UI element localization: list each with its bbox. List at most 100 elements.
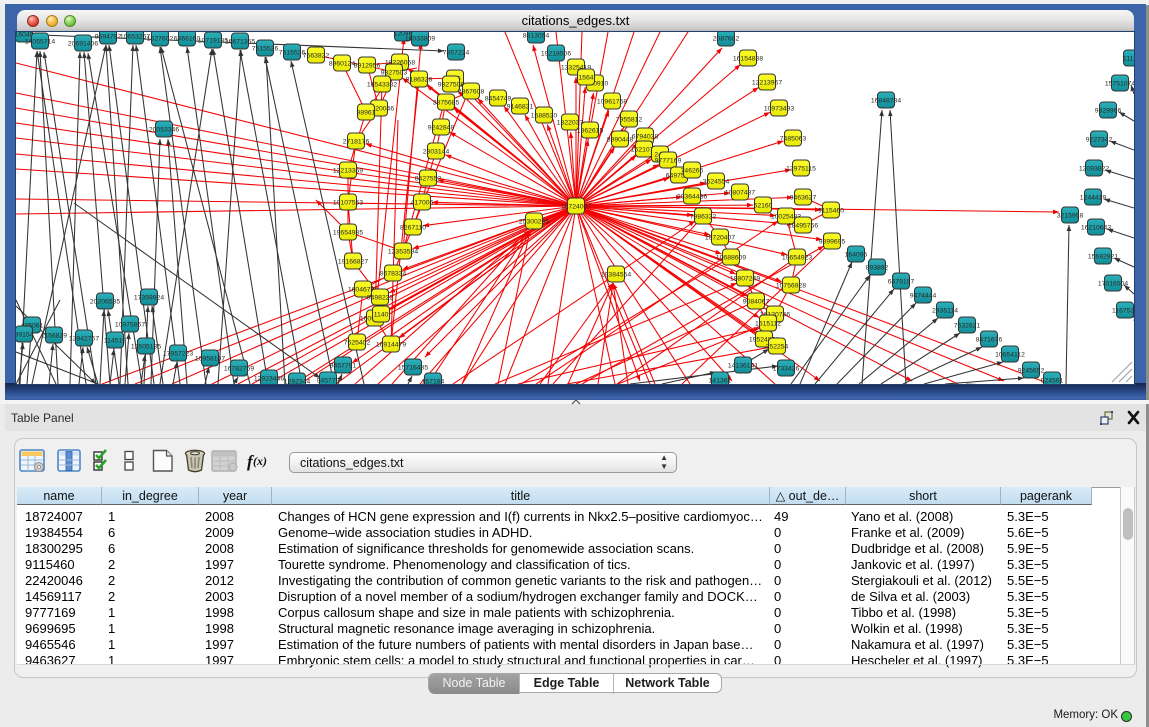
- svg-text:10756928: 10756928: [776, 282, 806, 289]
- svg-text:14055714: 14055714: [25, 38, 55, 45]
- svg-text:3498222: 3498222: [367, 294, 394, 301]
- svg-text:15720407: 15720407: [705, 234, 735, 241]
- svg-text:10107553: 10107553: [333, 199, 363, 206]
- svg-text:25300295: 25300295: [519, 218, 549, 225]
- svg-text:945779: 945779: [317, 377, 340, 384]
- svg-text:3215958: 3215958: [1057, 212, 1084, 219]
- svg-text:8912956: 8912956: [354, 62, 381, 69]
- svg-text:2718176: 2718176: [343, 138, 370, 145]
- svg-text:12093822: 12093822: [1079, 165, 1109, 172]
- svg-text:6479197: 6479197: [888, 278, 915, 285]
- svg-text:7632621: 7632621: [954, 322, 981, 329]
- svg-text:39154: 39154: [16, 331, 34, 338]
- svg-text:9474444: 9474444: [910, 292, 937, 299]
- svg-text:9242848: 9242848: [428, 124, 455, 131]
- svg-text:20364436: 20364436: [677, 193, 707, 200]
- svg-text:15716485: 15716485: [398, 364, 428, 371]
- svg-text:18495756: 18495756: [788, 222, 818, 229]
- svg-text:3624554: 3624554: [703, 178, 730, 185]
- svg-text:2867608: 2867608: [458, 88, 485, 95]
- svg-text:10807487: 10807487: [725, 189, 755, 196]
- svg-text:417006: 417006: [411, 199, 434, 206]
- svg-text:1140: 1140: [374, 311, 389, 318]
- svg-text:10653267: 10653267: [120, 33, 150, 40]
- svg-text:16914479: 16914479: [376, 341, 406, 348]
- svg-text:98961: 98961: [357, 109, 376, 116]
- svg-text:9777169: 9777169: [655, 157, 682, 164]
- svg-text:18724007: 18724007: [561, 203, 591, 210]
- svg-text:893892: 893892: [866, 264, 889, 271]
- svg-text:7515526: 7515526: [279, 49, 306, 56]
- svg-text:19654923: 19654923: [782, 254, 812, 261]
- svg-text:8678334: 8678334: [380, 270, 407, 277]
- svg-text:9146821: 9146821: [507, 103, 534, 110]
- svg-text:1244419: 1244419: [1080, 194, 1107, 201]
- svg-text:16782759: 16782759: [224, 365, 254, 372]
- svg-text:19384554: 19384554: [601, 271, 631, 278]
- svg-text:3875685: 3875685: [433, 99, 460, 106]
- svg-text:7625402: 7625402: [344, 339, 371, 346]
- svg-text:2087682: 2087682: [713, 35, 740, 42]
- svg-text:10975867: 10975867: [115, 321, 145, 328]
- svg-text:15692921: 15692921: [1088, 253, 1118, 260]
- svg-text:11171: 11171: [1123, 55, 1134, 62]
- svg-text:10654112: 10654112: [995, 351, 1025, 358]
- svg-text:12353594: 12353594: [388, 248, 418, 255]
- svg-text:12505135: 12505135: [131, 343, 161, 350]
- svg-text:1292344: 1292344: [284, 378, 311, 384]
- svg-text:1527602: 1527602: [147, 35, 174, 42]
- svg-text:9329966: 9329966: [1095, 107, 1122, 114]
- svg-text:9084067: 9084067: [743, 298, 770, 305]
- svg-text:164095: 164095: [845, 251, 868, 258]
- svg-text:17016504: 17016504: [1098, 280, 1128, 287]
- svg-text:8427552: 8427552: [415, 175, 442, 182]
- svg-text:8813054: 8813054: [523, 32, 550, 39]
- svg-text:1167534: 1167534: [1112, 307, 1134, 314]
- svg-text:62160: 62160: [754, 202, 773, 209]
- svg-text:16154838: 16154838: [733, 55, 763, 62]
- svg-text:16033809: 16033809: [405, 35, 435, 42]
- svg-text:9827503: 9827503: [381, 69, 408, 76]
- svg-text:8267110: 8267110: [400, 224, 426, 231]
- svg-text:2803144: 2803144: [423, 148, 450, 155]
- svg-text:8186328: 8186328: [406, 76, 433, 83]
- svg-text:16543382: 16543382: [367, 81, 397, 88]
- svg-text:15751074: 15751074: [1105, 80, 1134, 87]
- svg-text:1156829: 1156829: [41, 332, 67, 339]
- svg-text:12942757: 12942757: [69, 335, 99, 342]
- svg-text:19654985: 19654985: [333, 229, 363, 236]
- svg-text:10973493: 10973493: [764, 105, 794, 112]
- svg-text:10719185: 10719185: [198, 37, 228, 44]
- svg-text:9327508: 9327508: [438, 81, 465, 88]
- svg-text:20206535: 20206535: [90, 298, 120, 305]
- svg-text:8454749: 8454749: [485, 95, 512, 102]
- svg-text:12213369: 12213369: [333, 167, 363, 174]
- svg-text:12213967: 12213967: [752, 79, 782, 86]
- svg-text:6794028: 6794028: [632, 133, 659, 140]
- svg-text:19218506: 19218506: [541, 50, 571, 57]
- svg-text:1822037: 1822037: [557, 119, 584, 126]
- svg-text:10958107: 10958107: [195, 355, 225, 362]
- svg-text:7515526: 7515526: [252, 45, 279, 52]
- svg-text:14136141: 14136141: [728, 362, 758, 369]
- svg-text:114519: 114519: [104, 337, 126, 344]
- svg-text:12923446: 12923446: [254, 375, 284, 382]
- svg-text:7955812: 7955812: [616, 116, 643, 123]
- svg-text:9227342: 9227342: [1086, 136, 1113, 143]
- svg-text:924561: 924561: [1041, 377, 1064, 384]
- svg-text:9694792: 9694792: [95, 33, 122, 40]
- svg-text:19166827: 19166827: [338, 258, 368, 265]
- svg-text:9115460: 9115460: [818, 207, 844, 214]
- svg-text:7986322: 7986322: [690, 213, 717, 220]
- svg-text:8960124: 8960124: [329, 60, 356, 67]
- svg-text:18807249: 18807249: [730, 275, 760, 282]
- svg-text:1362615: 1362615: [577, 127, 604, 134]
- svg-text:157164: 157164: [422, 378, 445, 384]
- svg-text:1615112: 1615112: [755, 320, 781, 327]
- svg-text:1588520: 1588520: [531, 112, 558, 119]
- svg-text:10688609: 10688609: [716, 254, 746, 261]
- svg-text:746266: 746266: [681, 167, 704, 174]
- svg-text:2935114: 2935114: [932, 307, 958, 314]
- svg-text:17957223: 17957223: [163, 350, 193, 357]
- svg-text:9457791: 9457791: [330, 362, 357, 369]
